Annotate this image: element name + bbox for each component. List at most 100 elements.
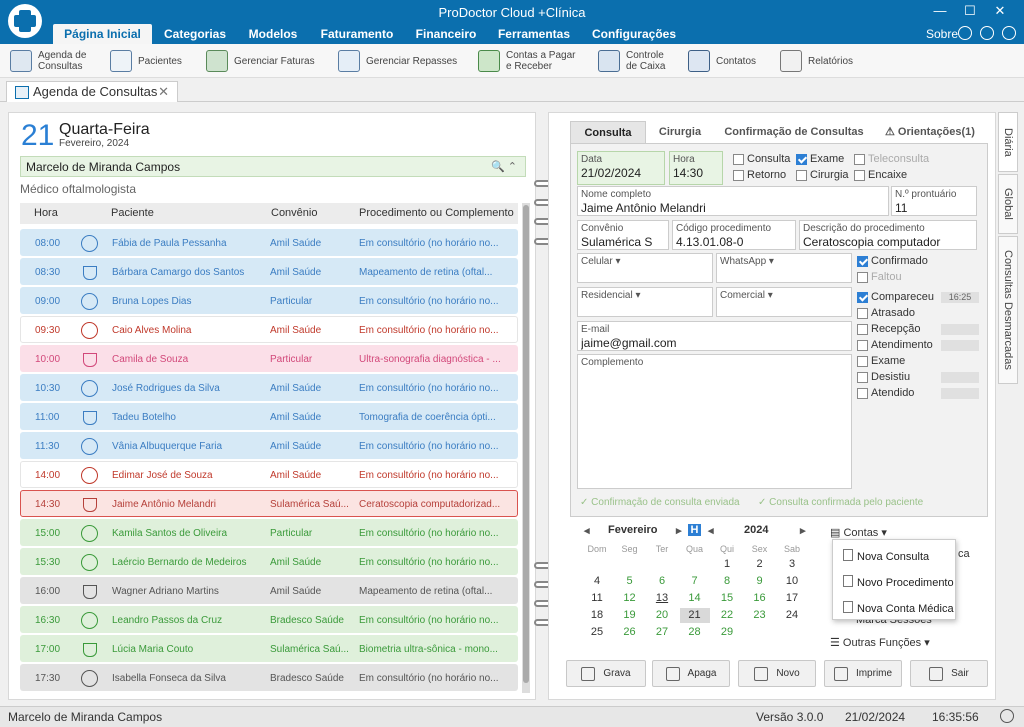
desistiu-checkbox[interactable]: Desistiu — [857, 371, 910, 383]
calendar-day[interactable]: 15 — [712, 591, 742, 606]
calendar-day[interactable]: 3 — [777, 557, 807, 572]
imprime-button[interactable]: Imprime — [824, 660, 902, 687]
refresh-icon[interactable] — [980, 26, 994, 40]
ribbon-relatorios[interactable]: Relatórios — [780, 48, 853, 74]
close-tab-icon[interactable]: ✕ — [158, 82, 169, 102]
calendar-day[interactable]: 5 — [615, 574, 645, 589]
calendar-day[interactable]: 1 — [712, 557, 742, 572]
calendar-day[interactable]: 6 — [647, 574, 677, 589]
atendimento-checkbox[interactable]: Atendimento — [857, 339, 933, 351]
maximize-icon[interactable]: ☐ — [958, 3, 982, 19]
tab-orientacoes[interactable]: ⚠ Orientações(1) — [876, 121, 984, 143]
table-row[interactable]: 17:00 Lúcia Maria Couto Sulamérica Saú... B… — [20, 635, 518, 662]
tipo-exame-checkbox[interactable]: Exame — [796, 153, 844, 165]
calendar-day[interactable]: 13 — [647, 591, 677, 606]
prev-year-icon[interactable]: ◂ — [708, 524, 714, 537]
table-row[interactable]: 14:00 Edimar José de Souza Amil Saúde Em co… — [20, 461, 518, 488]
next-month-icon[interactable]: ▸ — [676, 524, 682, 537]
globe-icon[interactable] — [958, 26, 972, 40]
table-row[interactable]: 16:00 Wagner Adriano Martins Amil Saúde Map… — [20, 577, 518, 604]
calendar-day[interactable]: 11 — [582, 591, 612, 606]
table-row[interactable]: 15:30 Laércio Bernardo de Medeiros Amil Sa… — [20, 548, 518, 575]
tipo-teleconsulta-checkbox[interactable]: Teleconsulta — [854, 153, 929, 165]
novo-button[interactable]: Novo — [738, 660, 816, 687]
tab-ferramentas[interactable]: Ferramentas — [494, 24, 574, 44]
table-row[interactable]: 09:30 Caio Alves Molina Amil Saúde Em consu… — [20, 316, 518, 343]
calendar-day[interactable]: 8 — [712, 574, 742, 589]
atrasado-checkbox[interactable]: Atrasado — [857, 307, 915, 319]
vtab-global[interactable]: Global — [998, 174, 1018, 234]
minimize-icon[interactable]: — — [928, 3, 952, 19]
codigo-procedimento-field[interactable]: Código procedimento 4.13.01.08-0 — [672, 220, 796, 250]
calendar-day[interactable]: 10 — [777, 574, 807, 589]
calendar-day[interactable]: 23 — [745, 608, 775, 623]
table-row[interactable]: 15:00 Kamila Santos de Oliveira Particular… — [20, 519, 518, 546]
table-row[interactable]: 17:30 Isabella Fonseca da Silva Bradesco S… — [20, 664, 518, 691]
ribbon-contatos[interactable]: Contatos — [688, 48, 756, 74]
tipo-consulta-checkbox[interactable]: Consulta — [733, 153, 790, 165]
vtab-consultas-desmarcadas[interactable]: Consultas Desmarcadas — [998, 236, 1018, 384]
celular-field[interactable]: Celular ▾ — [577, 253, 713, 283]
calendar-day[interactable]: 12 — [615, 591, 645, 606]
residencial-field[interactable]: Residencial ▾ — [577, 287, 713, 317]
grava-button[interactable]: Grava — [566, 660, 646, 687]
whatsapp-field[interactable]: WhatsApp ▾ — [716, 253, 852, 283]
compareceu-checkbox[interactable]: Compareceu — [857, 291, 934, 303]
calendar-day[interactable]: 21 — [679, 608, 710, 623]
outras-funcoes-menu[interactable]: ☰ Outras Funções ▾ — [830, 636, 930, 649]
table-row[interactable]: 11:30 Vânia Albuquerque Faria Amil Saúde Em… — [20, 432, 518, 459]
calendar-day[interactable]: 14 — [680, 591, 710, 606]
tab-configuracoes[interactable]: Configurações — [588, 24, 680, 44]
complemento-field[interactable]: Complemento — [577, 354, 852, 489]
tipo-cirurgia-checkbox[interactable]: Cirurgia — [796, 169, 849, 181]
calendar-day[interactable]: 27 — [647, 625, 677, 640]
confirmado-checkbox[interactable]: Confirmado — [857, 255, 928, 267]
contas-menu[interactable]: ▤ Contas ▾ — [830, 526, 887, 539]
close-icon[interactable]: ✕ — [988, 3, 1012, 19]
table-row[interactable]: 11:00 Tadeu Botelho Amil Saúde Tomografia d… — [20, 403, 518, 430]
calendar-day[interactable]: 4 — [582, 574, 612, 589]
chat-icon[interactable] — [1000, 709, 1014, 723]
tab-modelos[interactable]: Modelos — [244, 24, 302, 44]
email-field[interactable]: E-mail jaime@gmail.com — [577, 321, 852, 351]
calendar-day[interactable]: 19 — [615, 608, 645, 623]
vtab-diaria[interactable]: Diária — [998, 112, 1018, 172]
table-row[interactable]: 08:30 Bárbara Camargo dos Santos Amil Saúd… — [20, 258, 518, 285]
calendar-day[interactable]: 17 — [777, 591, 807, 606]
scroll-thumb[interactable] — [523, 205, 529, 683]
hora-field[interactable]: Hora 14:30 — [669, 151, 723, 185]
calendar-day[interactable]: 29 — [712, 625, 742, 640]
table-row[interactable]: 16:30 Leandro Passos da Cruz Bradesco Saúd… — [20, 606, 518, 633]
sobre-link[interactable]: Sobre — [926, 27, 958, 41]
calendar-day[interactable]: 16 — [745, 591, 775, 606]
tipo-encaixe-checkbox[interactable]: Encaixe — [854, 169, 907, 181]
table-row[interactable]: 10:00 Camila de Souza Particular Ultra-sono… — [20, 345, 518, 372]
prontuario-field[interactable]: N.º prontuário 11 — [891, 186, 977, 216]
sair-button[interactable]: Sair — [910, 660, 988, 687]
agenda-scrollbar[interactable] — [522, 203, 530, 693]
today-button[interactable]: H — [688, 524, 701, 536]
table-row[interactable]: 14:30 Jaime Antônio Melandri Sulamérica Sa… — [20, 490, 518, 517]
descricao-procedimento-field[interactable]: Descrição do procedimento Ceratoscopia co… — [799, 220, 977, 250]
calendar-day[interactable]: 28 — [680, 625, 710, 640]
comercial-field[interactable]: Comercial ▾ — [716, 287, 852, 317]
calendar-day[interactable]: 9 — [745, 574, 775, 589]
calendar-day[interactable]: 2 — [745, 557, 775, 572]
ribbon-contas-pagar-receber[interactable]: Contas a Pagar e Receber — [478, 48, 583, 74]
tab-financeiro[interactable]: Financeiro — [412, 24, 480, 44]
tab-categorias[interactable]: Categorias — [160, 24, 230, 44]
novo-procedimento-item[interactable]: Novo Procedimento — [843, 575, 954, 589]
tab-pagina-inicial[interactable]: Página Inicial — [53, 24, 152, 44]
search-chevron-icon[interactable]: 🔍 ⌃ — [491, 160, 517, 173]
calendar-day[interactable]: 18 — [582, 608, 612, 623]
table-row[interactable]: 08:00 Fábia de Paula Pessanha Amil Saúde Em… — [20, 229, 518, 256]
table-row[interactable]: 10:30 José Rodrigues da Silva Amil Saúde Em… — [20, 374, 518, 401]
tab-cirurgia[interactable]: Cirurgia — [650, 121, 710, 143]
ribbon-agenda[interactable]: Agenda de Consultas — [10, 48, 100, 74]
ribbon-gerenciar-repasses[interactable]: Gerenciar Repasses — [338, 48, 457, 74]
tab-faturamento[interactable]: Faturamento — [316, 24, 398, 44]
nova-consulta-item[interactable]: Nova Consulta — [843, 549, 929, 563]
help-icon[interactable] — [1002, 26, 1016, 40]
prev-month-icon[interactable]: ◂ — [584, 524, 590, 537]
nome-field[interactable]: Nome completo Jaime Antônio Melandri — [577, 186, 889, 216]
